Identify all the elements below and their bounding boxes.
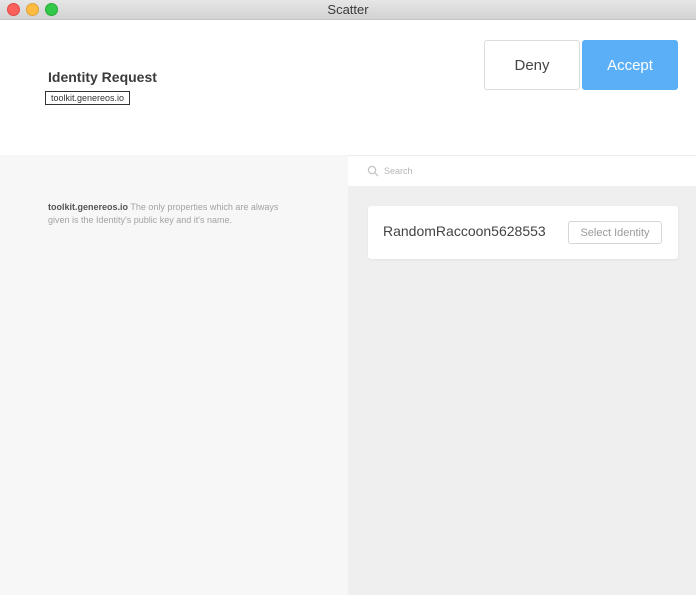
search-input[interactable] <box>384 163 674 179</box>
deny-button[interactable]: Deny <box>484 40 580 90</box>
identity-card: RandomRaccoon5628553 Select Identity <box>368 206 678 259</box>
select-identity-button[interactable]: Select Identity <box>568 221 662 244</box>
search-bar <box>348 155 696 186</box>
search-icon <box>367 165 379 177</box>
identity-name: RandomRaccoon5628553 <box>383 223 546 239</box>
accept-button[interactable]: Accept <box>582 40 678 90</box>
request-details-panel: toolkit.genereos.io The only properties … <box>0 155 348 595</box>
request-header: Identity Request toolkit.genereos.io Den… <box>0 20 696 155</box>
page-title: Identity Request <box>48 69 157 85</box>
identity-list-panel: RandomRaccoon5628553 Select Identity <box>348 155 696 595</box>
window-title: Scatter <box>327 2 369 17</box>
origin-badge: toolkit.genereos.io <box>45 91 131 105</box>
window-titlebar: Scatter <box>0 0 696 20</box>
request-description: toolkit.genereos.io The only properties … <box>48 201 298 227</box>
description-origin: toolkit.genereos.io <box>48 202 129 212</box>
